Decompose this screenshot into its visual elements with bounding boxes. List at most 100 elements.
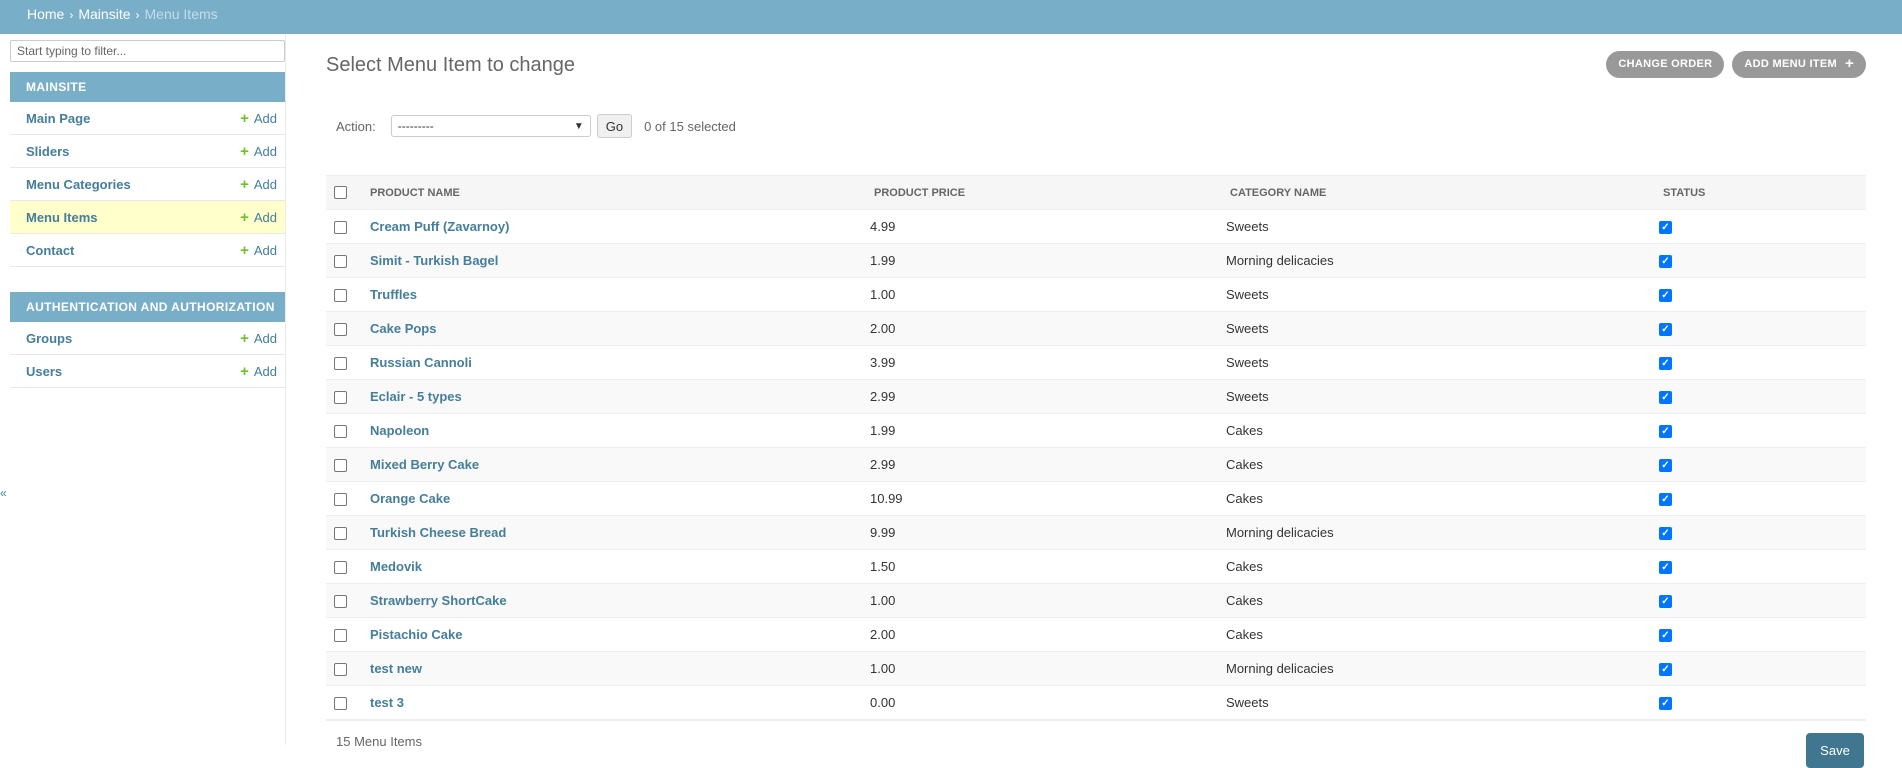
row-select-checkbox[interactable] bbox=[334, 221, 347, 235]
row-select-checkbox[interactable] bbox=[334, 663, 347, 677]
table-row: Turkish Cheese Bread 9.99 Morning delicaci… bbox=[326, 515, 1866, 550]
status-checkbox[interactable]: ✓ bbox=[1659, 697, 1672, 711]
status-checkbox[interactable]: ✓ bbox=[1659, 221, 1672, 235]
add-menu-categories-link[interactable]: + Add bbox=[240, 177, 277, 192]
product-name-link[interactable]: Mixed Berry Cake bbox=[356, 457, 479, 472]
row-select-checkbox[interactable] bbox=[334, 629, 347, 643]
status-checkbox[interactable]: ✓ bbox=[1659, 391, 1672, 405]
product-price-cell: 10.99 bbox=[870, 481, 1226, 516]
status-checkbox[interactable]: ✓ bbox=[1659, 561, 1672, 575]
row-select-cell bbox=[326, 651, 356, 686]
status-checkbox[interactable]: ✓ bbox=[1659, 323, 1672, 337]
module-caption-auth[interactable]: Authentication and Authorization bbox=[10, 292, 285, 322]
column-header-category-name[interactable]: Category name bbox=[1226, 175, 1659, 210]
row-select-cell bbox=[326, 617, 356, 652]
product-name-link[interactable]: Truffles bbox=[356, 287, 417, 302]
status-cell: ✓ bbox=[1659, 413, 1866, 448]
row-select-checkbox[interactable] bbox=[334, 459, 347, 473]
go-button[interactable]: Go bbox=[596, 114, 633, 138]
category-name-cell: Sweets bbox=[1226, 685, 1659, 720]
add-menu-items-link[interactable]: + Add bbox=[240, 210, 277, 225]
product-name-link[interactable]: Pistachio Cake bbox=[356, 627, 463, 642]
select-all-checkbox[interactable] bbox=[334, 186, 347, 199]
breadcrumb: Home › Mainsite › Menu Items bbox=[0, 0, 1902, 34]
product-name-link[interactable]: Simit - Turkish Bagel bbox=[356, 253, 498, 268]
status-checkbox[interactable]: ✓ bbox=[1659, 527, 1672, 541]
product-name-link[interactable]: Eclair - 5 types bbox=[356, 389, 462, 404]
sidebar-collapse-icon[interactable]: « bbox=[0, 486, 7, 500]
sidebar-link-main-page[interactable]: Main Page bbox=[26, 111, 90, 126]
status-checkbox[interactable]: ✓ bbox=[1659, 459, 1672, 473]
product-name-link[interactable]: test new bbox=[356, 661, 422, 676]
table-row: Mixed Berry Cake 2.99 Cakes ✓ bbox=[326, 447, 1866, 482]
table-row: Truffles 1.00 Sweets ✓ bbox=[326, 277, 1866, 312]
column-header-product-name[interactable]: Product name bbox=[356, 175, 870, 210]
add-groups-link[interactable]: + Add bbox=[240, 331, 277, 346]
category-name-cell: Morning delicacies bbox=[1226, 243, 1659, 278]
row-select-checkbox[interactable] bbox=[334, 323, 347, 337]
product-name-link[interactable]: Strawberry ShortCake bbox=[356, 593, 507, 608]
status-checkbox[interactable]: ✓ bbox=[1659, 425, 1672, 439]
row-select-checkbox[interactable] bbox=[334, 255, 347, 269]
change-order-button[interactable]: Change order bbox=[1606, 51, 1725, 78]
add-menu-item-label: Add Menu Item bbox=[1744, 58, 1837, 70]
row-select-checkbox[interactable] bbox=[334, 697, 347, 711]
product-price-cell: 0.00 bbox=[870, 685, 1226, 720]
row-select-checkbox[interactable] bbox=[334, 493, 347, 507]
table-row: Napoleon 1.99 Cakes ✓ bbox=[326, 413, 1866, 448]
sidebar-link-sliders[interactable]: Sliders bbox=[26, 144, 69, 159]
save-button[interactable]: Save bbox=[1806, 733, 1864, 768]
row-select-checkbox[interactable] bbox=[334, 357, 347, 371]
status-checkbox[interactable]: ✓ bbox=[1659, 357, 1672, 371]
sidebar-link-users[interactable]: Users bbox=[26, 364, 62, 379]
product-name-link[interactable]: Cake Pops bbox=[356, 321, 436, 336]
product-name-cell: Eclair - 5 types bbox=[356, 379, 870, 414]
row-select-checkbox[interactable] bbox=[334, 391, 347, 405]
sidebar-link-menu-categories[interactable]: Menu Categories bbox=[26, 177, 131, 192]
status-checkbox[interactable]: ✓ bbox=[1659, 595, 1672, 609]
product-name-link[interactable]: Cream Puff (Zavarnoy) bbox=[356, 219, 509, 234]
sidebar-link-groups[interactable]: Groups bbox=[26, 331, 72, 346]
sidebar-item-menu-items: Menu Items + Add bbox=[10, 201, 285, 234]
row-select-checkbox[interactable] bbox=[334, 595, 347, 609]
product-name-link[interactable]: Medovik bbox=[356, 559, 422, 574]
sidebar-filter-input[interactable] bbox=[10, 40, 285, 62]
status-cell: ✓ bbox=[1659, 515, 1866, 550]
column-header-status[interactable]: Status bbox=[1659, 175, 1866, 210]
row-select-checkbox[interactable] bbox=[334, 527, 347, 541]
product-name-link[interactable]: Orange Cake bbox=[356, 491, 450, 506]
sidebar-link-menu-items[interactable]: Menu Items bbox=[26, 210, 98, 225]
product-name-cell: Mixed Berry Cake bbox=[356, 447, 870, 482]
paginator: 15 Menu Items Save bbox=[326, 720, 1866, 768]
sidebar-link-contact[interactable]: Contact bbox=[26, 243, 74, 258]
status-checkbox[interactable]: ✓ bbox=[1659, 629, 1672, 643]
product-name-link[interactable]: Russian Cannoli bbox=[356, 355, 472, 370]
add-sliders-link[interactable]: + Add bbox=[240, 144, 277, 159]
add-users-link[interactable]: + Add bbox=[240, 364, 277, 379]
breadcrumb-home-link[interactable]: Home bbox=[27, 6, 64, 22]
module-caption-mainsite[interactable]: Mainsite bbox=[10, 72, 285, 102]
action-select[interactable]: --------- ▼ bbox=[390, 115, 591, 137]
change-order-label: Change order bbox=[1618, 58, 1713, 70]
product-name-link[interactable]: test 3 bbox=[356, 695, 404, 710]
status-checkbox[interactable]: ✓ bbox=[1659, 289, 1672, 303]
status-checkbox[interactable]: ✓ bbox=[1659, 493, 1672, 507]
add-contact-link[interactable]: + Add bbox=[240, 243, 277, 258]
status-cell: ✓ bbox=[1659, 447, 1866, 482]
breadcrumb-mainsite-link[interactable]: Mainsite bbox=[78, 6, 130, 22]
row-select-cell bbox=[326, 243, 356, 278]
add-main-page-link[interactable]: + Add bbox=[240, 111, 277, 126]
status-checkbox[interactable]: ✓ bbox=[1659, 663, 1672, 677]
row-select-checkbox[interactable] bbox=[334, 425, 347, 439]
breadcrumb-current: Menu Items bbox=[144, 6, 218, 22]
column-header-product-price[interactable]: Product price bbox=[870, 175, 1226, 210]
sidebar-item-contact: Contact + Add bbox=[10, 234, 285, 267]
main-content: Select Menu Item to change Change order … bbox=[326, 34, 1866, 768]
add-label: Add bbox=[253, 330, 277, 346]
row-select-checkbox[interactable] bbox=[334, 561, 347, 575]
product-name-link[interactable]: Napoleon bbox=[356, 423, 429, 438]
row-select-checkbox[interactable] bbox=[334, 289, 347, 303]
product-name-link[interactable]: Turkish Cheese Bread bbox=[356, 525, 506, 540]
status-checkbox[interactable]: ✓ bbox=[1659, 255, 1672, 269]
add-menu-item-button[interactable]: Add Menu Item + bbox=[1732, 51, 1866, 78]
